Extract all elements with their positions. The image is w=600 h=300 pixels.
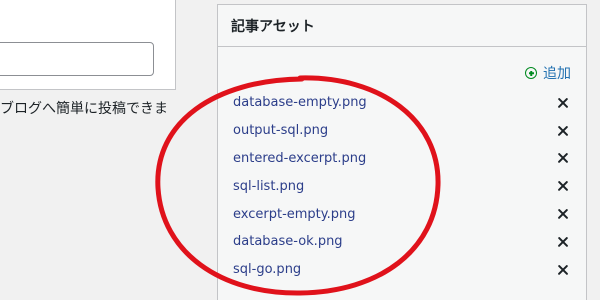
text-input[interactable] xyxy=(0,42,154,76)
close-icon[interactable] xyxy=(556,263,570,277)
list-item: excerpt-empty.png xyxy=(218,200,586,228)
list-item: sql-list.png xyxy=(218,172,586,200)
list-item: database-ok.png xyxy=(218,228,586,256)
list-item: sql-go.png xyxy=(218,256,586,284)
plus-circle-icon xyxy=(525,67,537,79)
asset-link[interactable]: database-empty.png xyxy=(233,95,367,110)
screen: ブログへ簡単に投稿できま 記事アセット 追加 database-empty.pn… xyxy=(0,0,600,300)
asset-list: database-empty.png output-sql.png entere… xyxy=(218,89,586,284)
close-icon[interactable] xyxy=(556,235,570,249)
add-asset-label: 追加 xyxy=(543,66,571,82)
asset-link[interactable]: database-ok.png xyxy=(233,234,343,249)
asset-link[interactable]: entered-excerpt.png xyxy=(233,151,366,166)
asset-link[interactable]: excerpt-empty.png xyxy=(233,207,356,222)
close-icon[interactable] xyxy=(556,151,570,165)
panel-title: 記事アセット xyxy=(231,18,315,35)
asset-link[interactable]: sql-list.png xyxy=(233,179,304,194)
close-icon[interactable] xyxy=(556,124,570,138)
list-item: database-empty.png xyxy=(218,89,586,117)
article-assets-panel: 記事アセット 追加 database-empty.png output-sql.… xyxy=(217,4,587,300)
add-asset-button[interactable]: 追加 xyxy=(525,63,571,83)
helper-text: ブログへ簡単に投稿できま xyxy=(0,101,168,117)
panel-header: 記事アセット xyxy=(218,5,586,47)
close-icon[interactable] xyxy=(556,207,570,221)
list-item: output-sql.png xyxy=(218,117,586,145)
close-icon[interactable] xyxy=(556,96,570,110)
list-item: entered-excerpt.png xyxy=(218,145,586,173)
asset-link[interactable]: sql-go.png xyxy=(233,262,301,277)
close-icon[interactable] xyxy=(556,179,570,193)
asset-link[interactable]: output-sql.png xyxy=(233,123,328,138)
